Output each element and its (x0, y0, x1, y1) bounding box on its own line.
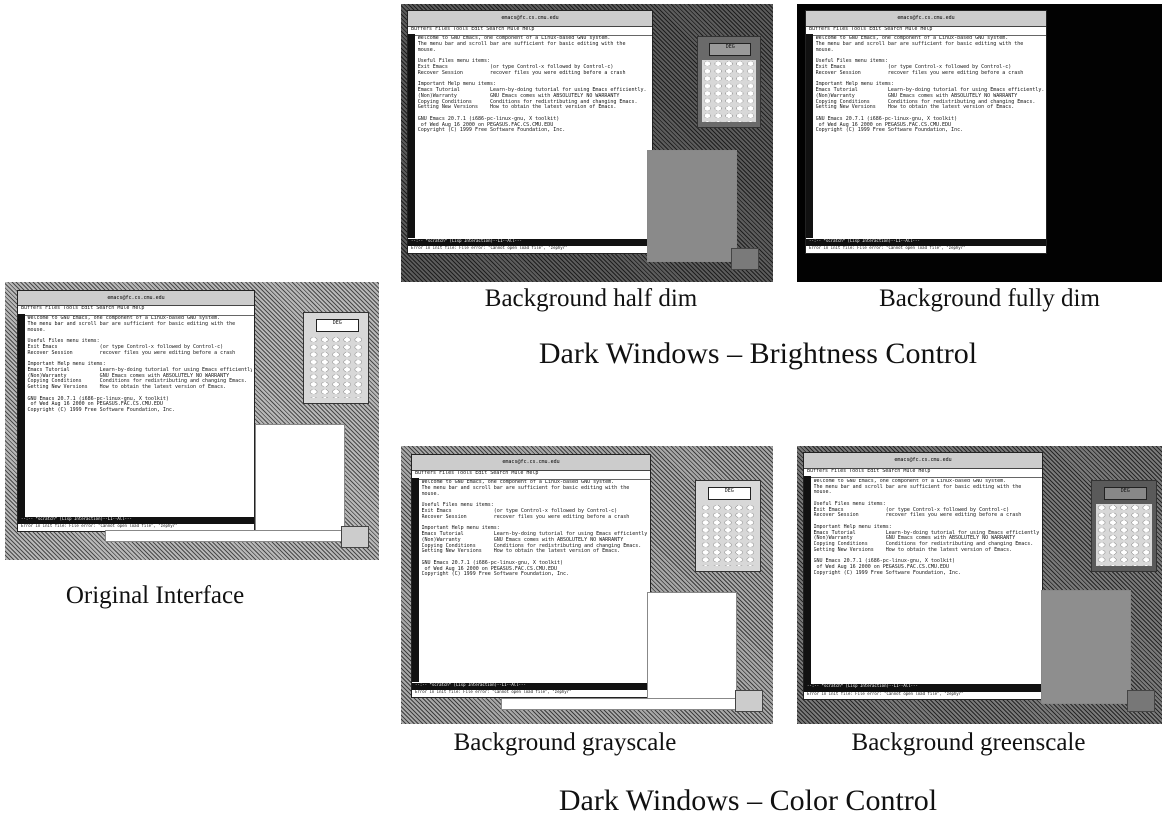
calculator-window: DEG (1091, 480, 1157, 572)
screenshot-original: emacs@fc.cs.cmu.edu Buffers Files Tools … (5, 282, 379, 560)
calculator-window: DEG (697, 36, 761, 128)
emacs-scrollbar (412, 477, 420, 683)
emacs-scrollbar (408, 33, 416, 239)
calculator-keys (699, 504, 757, 566)
emacs-minibuffer: Error in init file: File error: "Cannot … (806, 245, 1046, 253)
emacs-title: emacs@fc.cs.cmu.edu (501, 15, 559, 22)
emacs-buffer-text: Welcome to GNU Emacs, one component of a… (417, 36, 647, 134)
emacs-titlebar: emacs@fc.cs.cmu.edu (412, 455, 650, 471)
emacs-scrollbar (18, 313, 26, 517)
emacs-buffer-text: Welcome to GNU Emacs, one component of a… (27, 316, 251, 414)
bottom-strip-window (501, 698, 739, 710)
calculator-display: DEG (1103, 487, 1148, 501)
screenshot-grayscale: emacs@fc.cs.cmu.edu Buffers Files Tools … (401, 446, 773, 724)
emacs-scrollbar (806, 33, 814, 239)
emacs-menubar: Buffers Files Tools Edit Search Mule Hel… (806, 27, 1046, 36)
calculator-keys (307, 336, 365, 398)
emacs-titlebar: emacs@fc.cs.cmu.edu (804, 453, 1042, 469)
calculator-keys (701, 60, 757, 122)
emacs-scrollbar (804, 476, 812, 685)
emacs-title: emacs@fc.cs.cmu.edu (894, 457, 952, 464)
emacs-titlebar: emacs@fc.cs.cmu.edu (18, 291, 254, 307)
blank-window (647, 150, 737, 262)
screenshot-half-dim: emacs@fc.cs.cmu.edu Buffers Files Tools … (401, 4, 773, 282)
caption-grayscale: Background grayscale (453, 729, 677, 756)
emacs-menubar: Buffers Files Tools Edit Search Mule Hel… (804, 469, 1042, 479)
blank-window (647, 592, 737, 706)
screenshot-greenscale: emacs@fc.cs.cmu.edu Buffers Files Tools … (797, 446, 1162, 724)
emacs-buffer-text: Welcome to GNU Emacs, one component of a… (815, 36, 1044, 134)
emacs-window: emacs@fc.cs.cmu.edu Buffers Files Tools … (805, 10, 1047, 254)
bottom-strip-window (105, 530, 343, 542)
blank-window (255, 424, 345, 538)
heading-color: Dark Windows – Color Control (558, 784, 938, 817)
emacs-window: emacs@fc.cs.cmu.edu Buffers Files Tools … (411, 454, 651, 698)
calculator-window: DEG (303, 312, 369, 404)
emacs-modeline: --:-- *scratch* (Lisp Interaction)--L1--… (412, 682, 650, 690)
emacs-menubar: Buffers Files Tools Edit Search Mule Hel… (412, 471, 650, 480)
emacs-modeline: --:-- *scratch* (Lisp Interaction)--L1--… (408, 238, 652, 246)
corner-widget (731, 248, 759, 270)
emacs-buffer-text: Welcome to GNU Emacs, one component of a… (421, 480, 648, 578)
calculator-display: DEG (315, 319, 360, 333)
calculator-keys (1095, 504, 1153, 566)
corner-widget (1127, 690, 1155, 712)
emacs-window: emacs@fc.cs.cmu.edu Buffers Files Tools … (803, 452, 1043, 700)
emacs-title: emacs@fc.cs.cmu.edu (502, 459, 560, 466)
calculator-display: DEG (709, 43, 752, 57)
emacs-minibuffer: Error in init file: File error: "Cannot … (412, 689, 650, 697)
emacs-title: emacs@fc.cs.cmu.edu (897, 15, 955, 22)
caption-half-dim: Background half dim (484, 285, 698, 312)
heading-brightness: Dark Windows – Brightness Control (538, 337, 978, 370)
blank-window (1041, 590, 1131, 704)
screenshot-fully-dim: emacs@fc.cs.cmu.edu Buffers Files Tools … (797, 4, 1162, 282)
corner-widget (341, 526, 369, 548)
emacs-titlebar: emacs@fc.cs.cmu.edu (408, 11, 652, 27)
emacs-minibuffer: Error in init file: File error: "Cannot … (408, 245, 652, 253)
emacs-menubar: Buffers Files Tools Edit Search Mule Hel… (408, 27, 652, 36)
emacs-window: emacs@fc.cs.cmu.edu Buffers Files Tools … (407, 10, 653, 254)
calculator-display: DEG (707, 487, 752, 501)
emacs-modeline: --:-- *scratch* (Lisp Interaction)--L1--… (18, 516, 254, 524)
emacs-modeline: --:-- *scratch* (Lisp Interaction)--L1--… (806, 238, 1046, 246)
emacs-titlebar: emacs@fc.cs.cmu.edu (806, 11, 1046, 27)
emacs-window: emacs@fc.cs.cmu.edu Buffers Files Tools … (17, 290, 255, 532)
emacs-menubar: Buffers Files Tools Edit Search Mule Hel… (18, 306, 254, 316)
emacs-minibuffer: Error in init file: File error: "Cannot … (804, 691, 1042, 699)
caption-original: Original Interface (65, 582, 245, 609)
emacs-buffer-text: Welcome to GNU Emacs, one component of a… (813, 478, 1040, 576)
caption-fully-dim: Background fully dim (879, 285, 1100, 312)
calculator-window: DEG (695, 480, 761, 572)
emacs-modeline: --:-- *scratch* (Lisp Interaction)--L1--… (804, 684, 1042, 692)
caption-greenscale: Background greenscale (851, 729, 1086, 756)
corner-widget (735, 690, 763, 712)
emacs-title: emacs@fc.cs.cmu.edu (107, 295, 165, 302)
